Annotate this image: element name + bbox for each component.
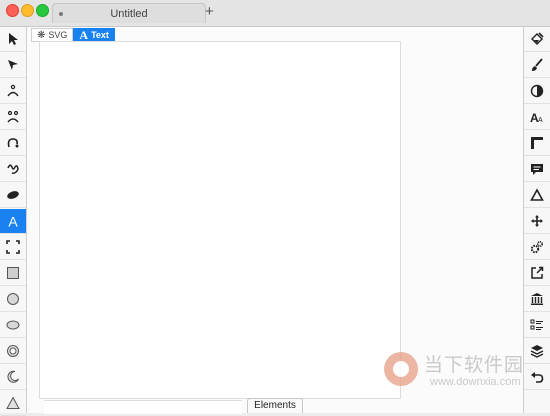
tab-title: Untitled: [110, 8, 148, 20]
list-icon[interactable]: [524, 313, 550, 338]
svg-mode-label: SVG: [48, 30, 68, 40]
rectangle-tool-icon[interactable]: [0, 261, 26, 286]
title-bar: Untitled +: [0, 0, 550, 27]
zoom-window-button[interactable]: [36, 4, 49, 17]
font-size-icon[interactable]: AA: [524, 105, 550, 130]
ellipse-tool-icon[interactable]: [0, 313, 26, 338]
node-tool-icon[interactable]: [0, 79, 26, 104]
ruler-icon[interactable]: [524, 131, 550, 156]
minimize-window-button[interactable]: [21, 4, 34, 17]
mode-switcher: ❋ SVG A Text: [31, 28, 115, 42]
close-window-button[interactable]: [6, 4, 19, 17]
circle-tool-icon[interactable]: [0, 287, 26, 312]
svg-text:A: A: [8, 214, 18, 228]
export-icon[interactable]: [524, 261, 550, 286]
crop-tool-icon[interactable]: [0, 235, 26, 260]
speech-bubble-icon[interactable]: [524, 157, 550, 182]
watermark-brand: 当下软件园: [424, 355, 525, 376]
brush-icon[interactable]: [524, 53, 550, 78]
ring-tool-icon[interactable]: [0, 339, 26, 364]
text-mode-label: Text: [91, 30, 109, 40]
left-toolbar: A: [0, 27, 27, 416]
curve-tool-icon[interactable]: [0, 131, 26, 156]
contrast-icon[interactable]: [524, 79, 550, 104]
asterisk-icon: ❋: [37, 29, 46, 41]
direct-select-arrow-icon[interactable]: [0, 53, 26, 78]
watermark: 当下软件园 www.downxia.com: [384, 348, 536, 404]
select-arrow-icon[interactable]: [0, 27, 26, 52]
watermark-logo-icon: [384, 352, 418, 386]
new-tab-button[interactable]: +: [205, 4, 214, 20]
node-pair-tool-icon[interactable]: [0, 105, 26, 130]
text-tool-icon[interactable]: A: [0, 209, 26, 234]
freehand-tool-icon[interactable]: [0, 157, 26, 182]
move-icon[interactable]: [524, 209, 550, 234]
library-icon[interactable]: [524, 287, 550, 312]
text-mode-button[interactable]: A Text: [73, 28, 115, 42]
settings-gears-icon[interactable]: [524, 235, 550, 260]
fill-tool-icon[interactable]: [524, 27, 550, 52]
bottom-bar: [44, 400, 242, 414]
svg-mode-button[interactable]: ❋ SVG: [31, 28, 74, 42]
blob-tool-icon[interactable]: [0, 183, 26, 208]
crescent-tool-icon[interactable]: [0, 365, 26, 390]
document-tab[interactable]: Untitled: [52, 3, 206, 23]
watermark-url: www.downxia.com: [430, 376, 521, 388]
document-canvas[interactable]: [39, 41, 401, 399]
triangle-outline-icon[interactable]: [524, 183, 550, 208]
elements-panel-button[interactable]: Elements: [247, 398, 303, 413]
triangle-tool-icon[interactable]: [0, 391, 26, 416]
svg-text:A: A: [538, 117, 543, 124]
